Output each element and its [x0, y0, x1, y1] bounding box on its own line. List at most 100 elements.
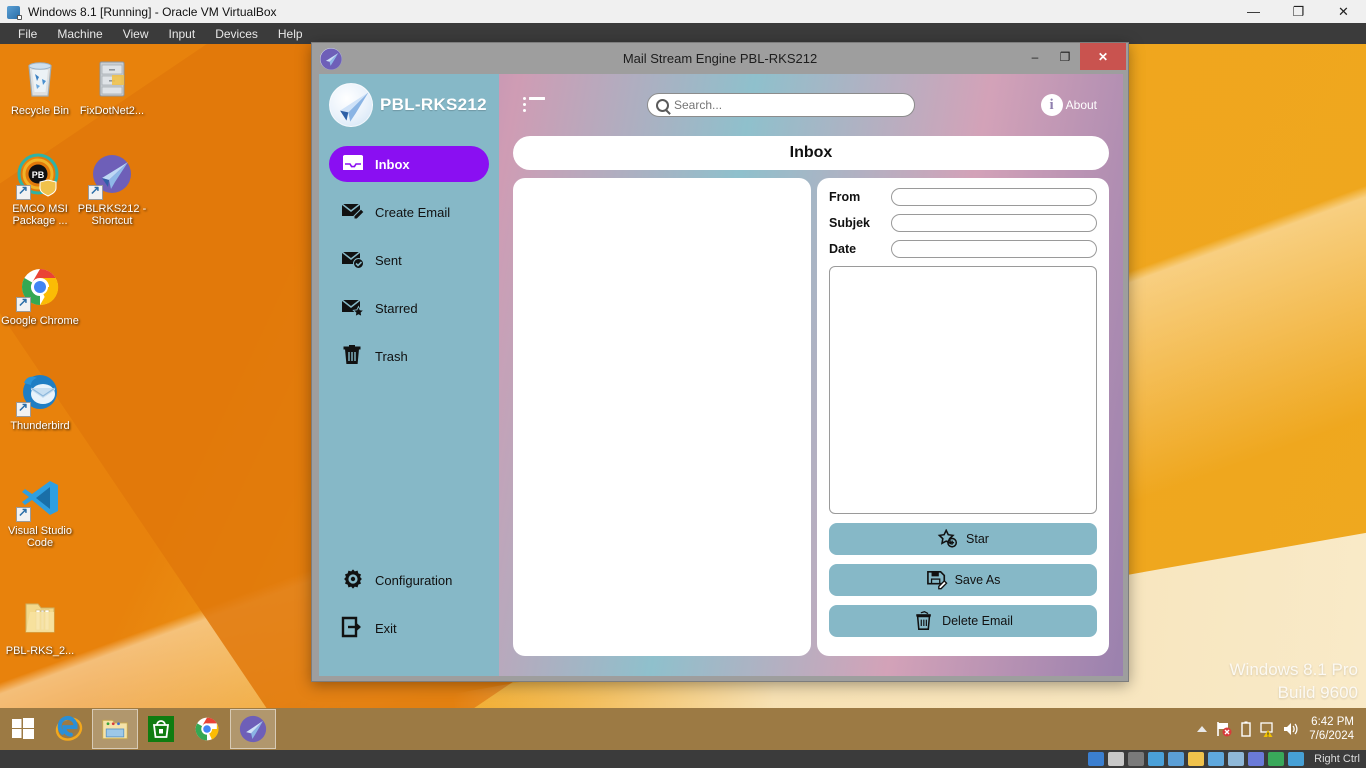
star-button[interactable]: Star	[829, 523, 1097, 555]
desktop-icon-label: PBLRKS212 - Shortcut	[77, 203, 147, 227]
sidebar-item-label: Inbox	[375, 156, 410, 172]
chrome-icon	[16, 264, 64, 312]
sidebar-item-configuration[interactable]: Configuration	[329, 562, 489, 598]
sidebar: PBL-RKS212 Inbox Create Email Sent Starred T…	[319, 74, 499, 676]
email-list-panel[interactable]	[513, 178, 811, 656]
volume-icon[interactable]	[1279, 708, 1301, 750]
watermark-line-2: Build 9600	[1277, 683, 1358, 702]
taskbar-mail-stream-engine[interactable]	[230, 709, 276, 749]
email-action-buttons: Star Save As Delete Email	[829, 523, 1097, 637]
sidebar-item-starred[interactable]: Starred	[329, 290, 489, 326]
exit-icon	[341, 616, 367, 640]
virtualbox-window-controls: — ❐ ✕	[1231, 0, 1366, 23]
vbox-menu-view[interactable]: View	[113, 25, 159, 43]
desktop-icon-thunderbird[interactable]: Thunderbird	[0, 369, 80, 432]
vbox-close-button[interactable]: ✕	[1321, 0, 1366, 23]
trash-icon	[341, 344, 367, 368]
network-warning-icon[interactable]	[1257, 708, 1279, 750]
taskbar-file-explorer[interactable]	[92, 709, 138, 749]
sidebar-item-trash[interactable]: Trash	[329, 338, 489, 374]
gear-icon	[341, 568, 367, 592]
vbox-restore-button[interactable]: ❐	[1276, 0, 1321, 23]
field-label: Subjek	[829, 216, 870, 230]
app-title-text: Mail Stream Engine PBL-RKS212	[622, 51, 818, 66]
about-button[interactable]: i About	[1040, 94, 1097, 116]
desktop-icon-visual-studio-code[interactable]: Visual Studio Code	[0, 474, 80, 549]
desktop-icon-label: Visual Studio Code	[7, 525, 72, 549]
search-field[interactable]	[647, 93, 915, 117]
keyboard-icon[interactable]	[1288, 752, 1305, 766]
desktop-icon-fixdotnet[interactable]: FixDotNet2...	[72, 54, 152, 117]
start-button[interactable]	[0, 709, 46, 749]
search-input[interactable]	[674, 98, 894, 112]
virtualbox-menubar: File Machine View Input Devices Help	[0, 23, 1366, 44]
vbox-menu-help[interactable]: Help	[268, 25, 313, 43]
brand-paper-plane-icon	[329, 83, 373, 127]
desktop-icon-label: EMCO MSI Package ...	[12, 203, 68, 227]
delete-email-button[interactable]: Delete Email	[829, 605, 1097, 637]
display-icon[interactable]	[1208, 752, 1225, 766]
field-input-date[interactable]	[891, 240, 1097, 258]
starred-email-icon	[341, 296, 367, 320]
email-body-textarea[interactable]	[829, 266, 1097, 514]
svg-text:PB: PB	[32, 170, 45, 180]
field-row-date: Date	[829, 240, 1097, 258]
sidebar-item-exit[interactable]: Exit	[329, 610, 489, 646]
taskbar-internet-explorer[interactable]	[46, 709, 92, 749]
app-toolbar: i About	[499, 74, 1123, 136]
desktop-icon-label: FixDotNet2...	[79, 105, 145, 117]
brand-name: PBL-RKS212	[380, 95, 487, 114]
show-hidden-icons-button[interactable]	[1191, 708, 1213, 750]
shared-folders-icon[interactable]	[1188, 752, 1205, 766]
mouse-icon[interactable]	[1268, 752, 1285, 766]
sidebar-item-sent[interactable]: Sent	[329, 242, 489, 278]
field-input-subjek[interactable]	[891, 214, 1097, 232]
save-as-button[interactable]: Save As	[829, 564, 1097, 596]
sent-email-icon	[341, 248, 367, 272]
vbox-menu-devices[interactable]: Devices	[205, 25, 268, 43]
recording-icon[interactable]	[1228, 752, 1245, 766]
usb-icon[interactable]	[1168, 752, 1185, 766]
app-body: PBL-RKS212 Inbox Create Email Sent Starred T…	[319, 74, 1123, 676]
desktop-icon-emco-msi-package[interactable]: PB EMCO MSI Package ...	[0, 152, 80, 227]
battery-icon[interactable]	[1235, 708, 1257, 750]
save-as-icon	[926, 570, 948, 590]
about-label: About	[1065, 98, 1097, 112]
desktop-icon-google-chrome[interactable]: Google Chrome	[0, 264, 80, 327]
flag-icon[interactable]	[1213, 708, 1235, 750]
page-title: Inbox	[513, 136, 1109, 170]
vbox-minimize-button[interactable]: —	[1231, 0, 1276, 23]
menu-hamburger-icon[interactable]	[523, 97, 545, 113]
optical-drive-icon[interactable]	[1108, 752, 1125, 766]
folder-icon	[16, 594, 64, 642]
vbox-menu-machine[interactable]: Machine	[47, 25, 112, 43]
network-icon[interactable]	[1148, 752, 1165, 766]
vbox-menu-file[interactable]: File	[8, 25, 47, 43]
desktop-icon-pblrks212-shortcut[interactable]: PBLRKS212 - Shortcut	[72, 152, 152, 227]
field-input-from[interactable]	[891, 188, 1097, 206]
thunderbird-icon	[16, 369, 64, 417]
desktop-icon-recycle-bin[interactable]: Recycle Bin	[0, 54, 80, 117]
clock-time: 6:42 PM	[1311, 716, 1354, 728]
paper-plane-icon	[88, 152, 136, 200]
desktop-icon-label: Thunderbird	[10, 420, 70, 432]
app-window-controls: – ❐ ✕	[1020, 43, 1128, 74]
desktop-icon-pbl-rks-folder[interactable]: PBL-RKS_2...	[0, 594, 80, 657]
taskbar-clock[interactable]: 6:42 PM 7/6/2024	[1301, 715, 1366, 743]
hard-disk-icon[interactable]	[1088, 752, 1105, 766]
sidebar-item-label: Configuration	[375, 572, 453, 588]
sidebar-item-create-email[interactable]: Create Email	[329, 194, 489, 230]
virtualization-icon[interactable]	[1248, 752, 1265, 766]
trash-icon	[913, 611, 935, 631]
app-close-button[interactable]: ✕	[1080, 43, 1126, 70]
mail-stream-engine-window[interactable]: Mail Stream Engine PBL-RKS212 – ❐ ✕ PBL-…	[311, 42, 1129, 682]
app-restore-button[interactable]: ❐	[1050, 43, 1080, 70]
floppy-icon[interactable]	[1128, 752, 1145, 766]
field-row-from: From	[829, 188, 1097, 206]
taskbar-windows-store[interactable]	[138, 709, 184, 749]
app-minimize-button[interactable]: –	[1020, 43, 1050, 70]
taskbar-chrome[interactable]	[184, 709, 230, 749]
sidebar-item-inbox[interactable]: Inbox	[329, 146, 489, 182]
emco-msi-icon: PB	[16, 152, 64, 200]
vbox-menu-input[interactable]: Input	[159, 25, 206, 43]
